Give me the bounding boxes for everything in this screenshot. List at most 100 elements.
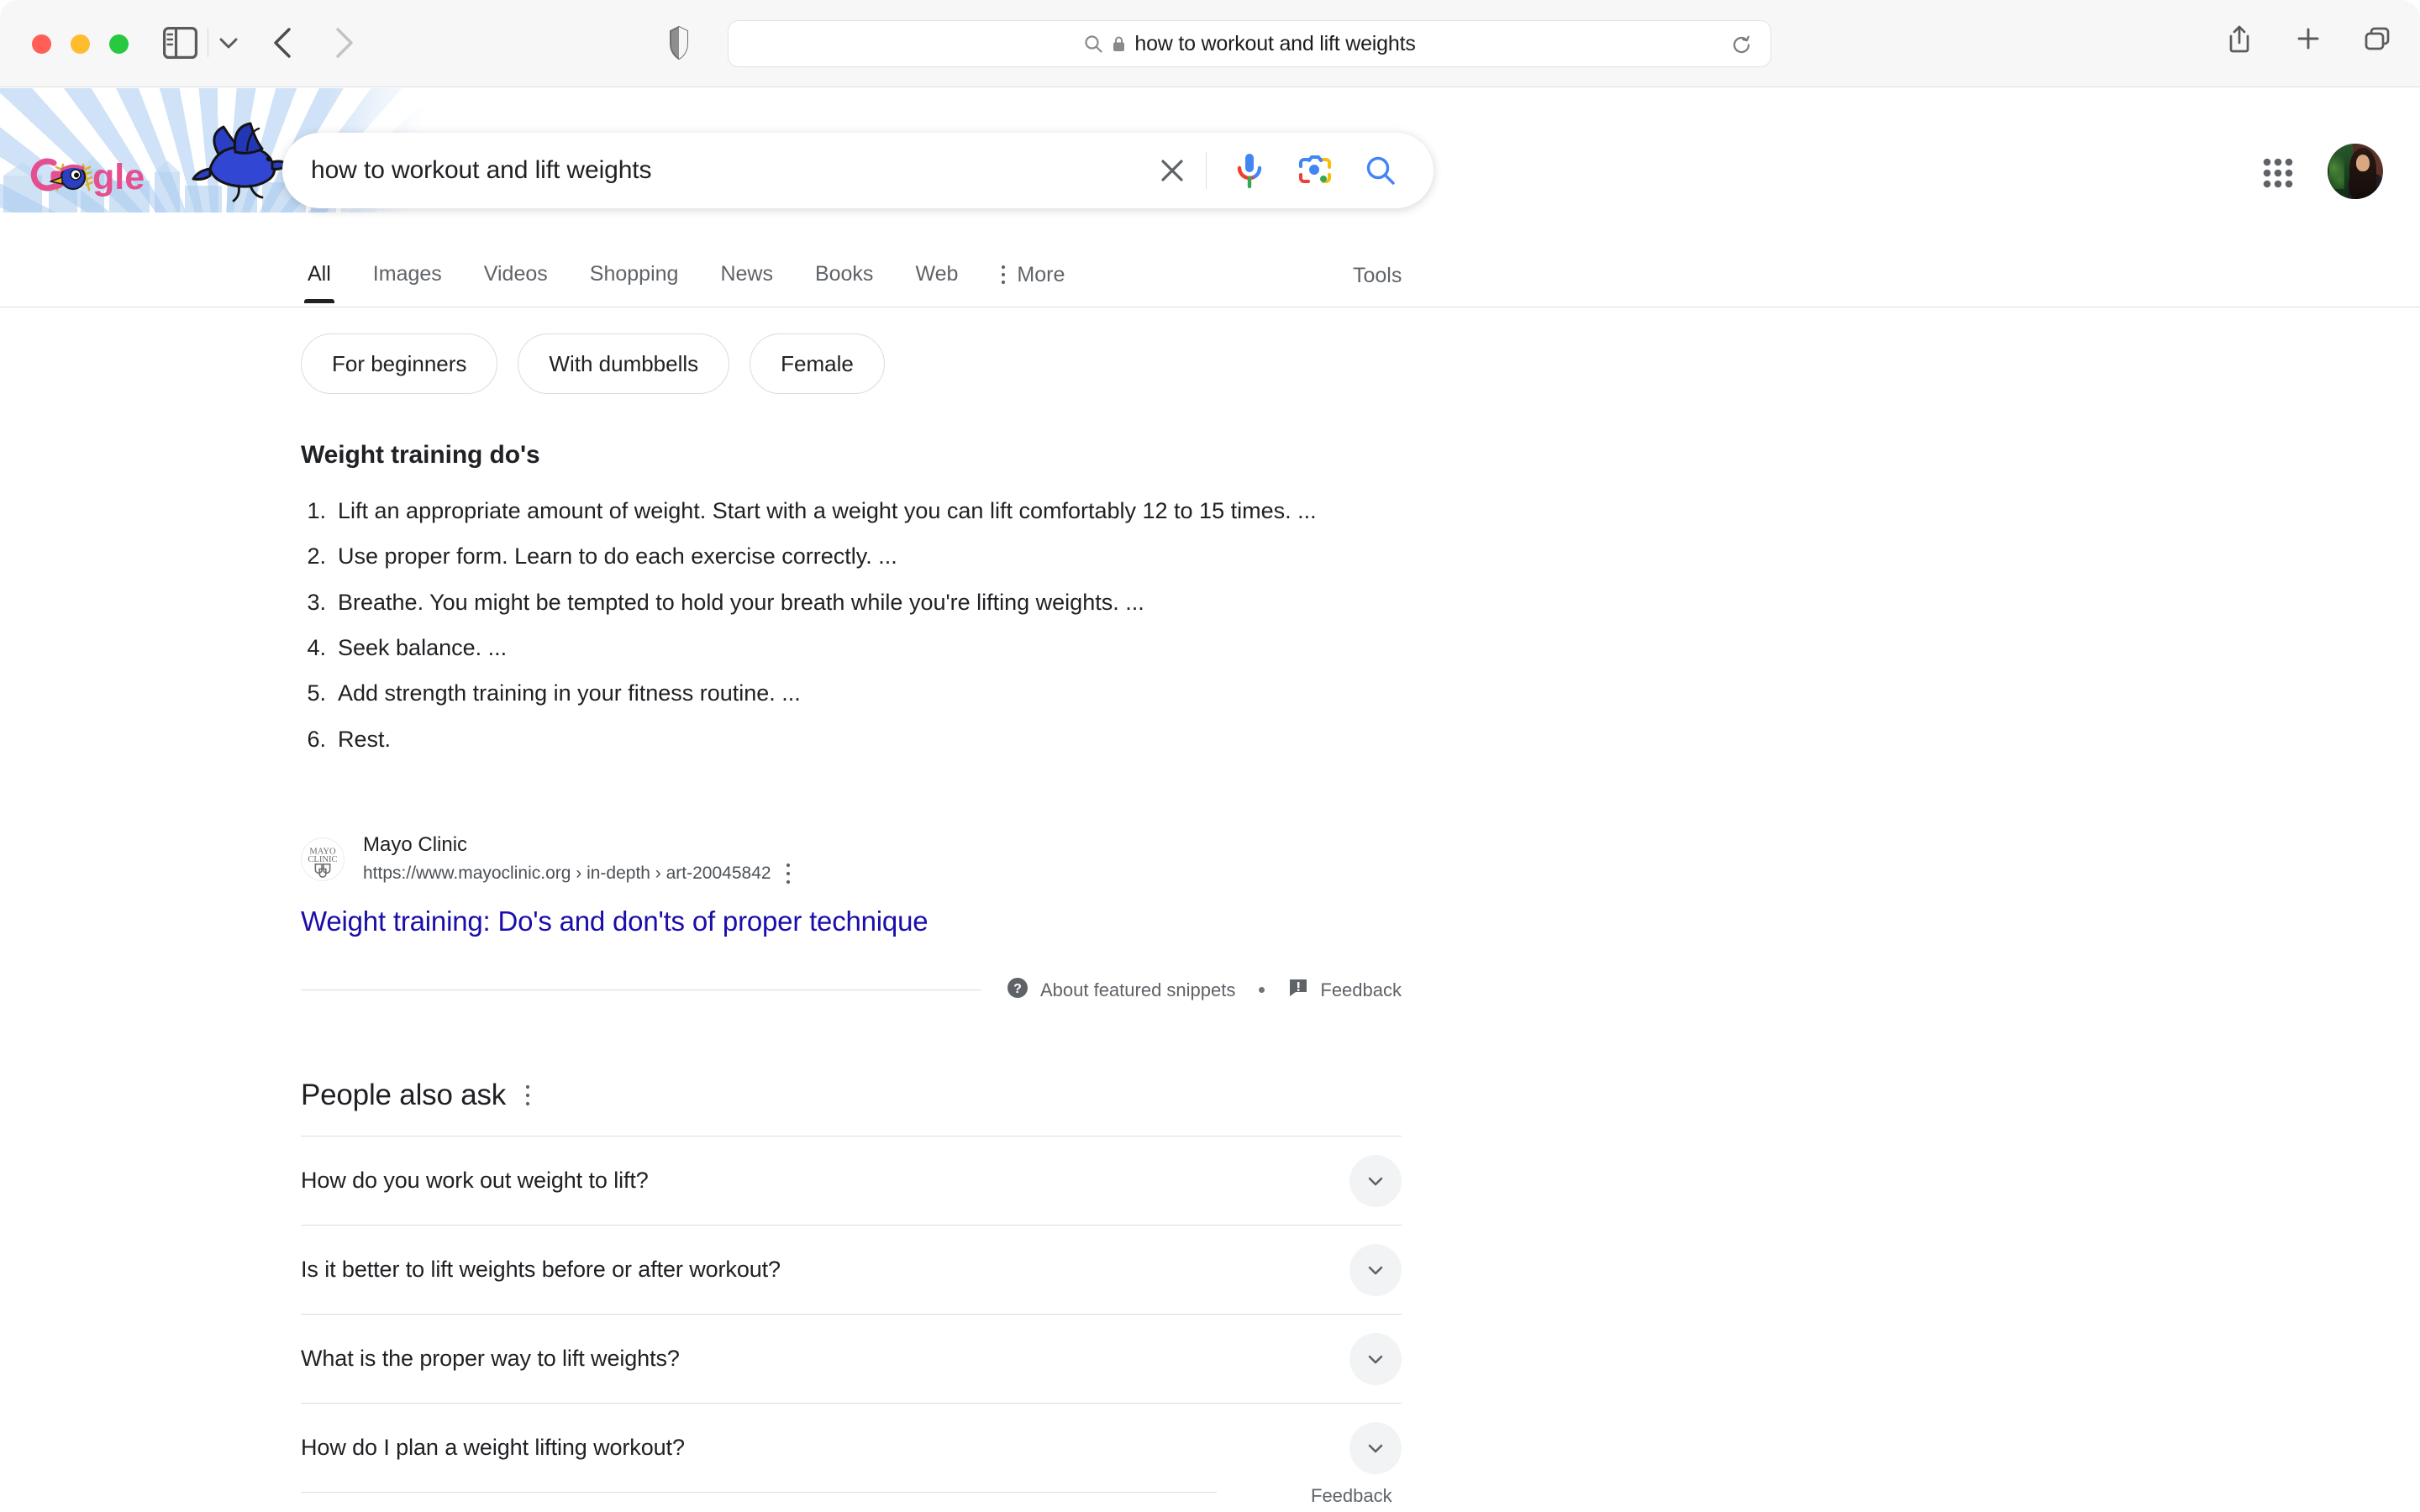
snippet-list-item: 3. Breathe. You might be tempted to hold… — [301, 586, 1402, 618]
chevron-down-icon[interactable] — [1349, 1332, 1402, 1385]
snippet-item-number: 2. — [307, 543, 326, 570]
tab-shopping[interactable]: Shopping — [590, 245, 679, 285]
tab-videos[interactable]: Videos — [484, 245, 548, 285]
more-filters-button[interactable]: More — [1000, 245, 1065, 286]
snippet-item-text: Use proper form. Learn to do each exerci… — [338, 543, 897, 570]
source-row: MAYO CLINIC Mayo Clinic https://www.mayo… — [301, 833, 1393, 885]
google-lens-icon[interactable] — [1296, 151, 1334, 190]
shield-icon[interactable] — [668, 25, 690, 60]
more-vertical-icon[interactable] — [524, 1084, 531, 1107]
more-vertical-icon[interactable] — [785, 862, 792, 885]
snippet-item-text: Seek balance. ... — [338, 634, 508, 660]
source-url-row: https://www.mayoclinic.org › in-depth › … — [363, 862, 792, 885]
about-featured-snippets-label: About featured snippets — [1039, 979, 1236, 1000]
maximize-window-button[interactable] — [109, 34, 129, 54]
snippet-feedback-button[interactable]: Feedback — [1288, 978, 1402, 1002]
paa-question-text: Is it better to lift weights before or a… — [301, 1257, 781, 1282]
tab-overview-icon[interactable] — [2363, 22, 2391, 55]
close-window-button[interactable] — [32, 34, 51, 54]
people-also-ask-title: People also ask — [301, 1079, 507, 1111]
search-submit-icon[interactable] — [1361, 151, 1400, 190]
chip-with-dumbbells[interactable]: With dumbbells — [518, 333, 730, 394]
avatar[interactable] — [2328, 144, 2383, 199]
more-filters-label: More — [1017, 262, 1065, 286]
back-arrow-icon[interactable] — [267, 24, 299, 62]
snippet-item-number: 4. — [307, 634, 326, 660]
tools-button[interactable]: Tools — [1353, 264, 1402, 288]
source-site-name: Mayo Clinic — [363, 833, 468, 856]
paa-question-row[interactable]: How do I plan a weight lifting workout? — [301, 1403, 1402, 1492]
reload-icon[interactable] — [1731, 34, 1752, 55]
search-box-actions — [1152, 150, 1434, 192]
address-bar[interactable]: how to workout and lift weights — [728, 20, 1771, 67]
snippet-item-number: 3. — [307, 589, 326, 615]
source-meta: Mayo Clinic https://www.mayoclinic.org ›… — [363, 833, 792, 885]
paa-question-row[interactable]: How do you work out weight to lift? — [301, 1136, 1402, 1225]
flag-feedback-icon — [1288, 978, 1308, 1002]
favicon-line-2: CLINIC — [308, 855, 337, 864]
search-box-divider — [1206, 152, 1207, 189]
footer-separator-dot — [1259, 987, 1265, 993]
people-also-ask-list: How do you work out weight to lift? Is i… — [301, 1136, 1402, 1492]
snippet-heading: Weight training do's — [301, 441, 540, 469]
tab-news[interactable]: News — [720, 245, 773, 285]
tab-books[interactable]: Books — [815, 245, 873, 285]
snippet-list-item: 1. Lift an appropriate amount of weight.… — [301, 495, 1402, 527]
snippet-item-text: Breathe. You might be tempted to hold yo… — [338, 589, 1144, 615]
featured-snippet: Weight training do's 1. Lift an appropri… — [301, 441, 1402, 769]
svg-text:?: ? — [1013, 982, 1022, 996]
google-apps-grid-icon[interactable] — [2261, 156, 2295, 190]
tab-images[interactable]: Images — [373, 245, 442, 285]
forward-arrow-icon[interactable] — [328, 24, 360, 62]
chip-female[interactable]: Female — [750, 333, 885, 394]
tab-all[interactable]: All — [304, 245, 334, 303]
snippet-ordered-list: 1. Lift an appropriate amount of weight.… — [301, 495, 1402, 755]
address-text: how to workout and lift weights — [1134, 31, 1416, 55]
snippet-source: MAYO CLINIC Mayo Clinic https://www.mayo… — [301, 833, 1393, 940]
snippet-feedback-label: Feedback — [1320, 979, 1402, 1000]
doodle-google-logo: gle — [30, 157, 145, 197]
search-tabs: All Images Videos Shopping News Books We… — [304, 245, 1065, 307]
chevron-down-icon[interactable] — [1349, 1154, 1402, 1207]
paa-question-text: What is the proper way to lift weights? — [301, 1346, 680, 1371]
chevron-down-icon[interactable] — [1349, 1421, 1402, 1474]
paa-question-row[interactable]: What is the proper way to lift weights? — [301, 1314, 1402, 1403]
google-search-box[interactable] — [282, 133, 1434, 208]
chip-for-beginners[interactable]: For beginners — [301, 333, 498, 394]
snippet-list-item: 4. Seek balance. ... — [301, 632, 1402, 664]
result-title-link[interactable]: Weight training: Do's and don'ts of prop… — [301, 904, 1393, 940]
chevron-down-icon[interactable] — [217, 34, 240, 52]
sidebar-icon[interactable] — [163, 27, 197, 59]
lock-icon — [1112, 35, 1126, 53]
mayo-clinic-favicon: MAYO CLINIC — [301, 837, 345, 881]
microphone-icon[interactable] — [1230, 150, 1269, 192]
source-url: https://www.mayoclinic.org › in-depth › … — [363, 864, 771, 884]
about-featured-snippets-button[interactable]: ? About featured snippets — [1007, 977, 1235, 1003]
paa-question-row[interactable]: Is it better to lift weights before or a… — [301, 1225, 1402, 1314]
svg-text:gle: gle — [92, 157, 145, 197]
share-icon[interactable] — [2225, 22, 2254, 55]
people-also-ask-header: People also ask — [301, 1079, 531, 1112]
search-input[interactable] — [282, 156, 1152, 185]
browser-window: how to workout and lift weights gle how … — [0, 0, 2420, 1512]
people-also-ask-feedback-button[interactable]: Feedback — [1311, 1485, 1392, 1507]
tab-web[interactable]: Web — [915, 245, 958, 285]
plus-icon[interactable] — [2294, 22, 2323, 55]
search-icon — [1083, 34, 1103, 54]
browser-toolbar: how to workout and lift weights — [0, 0, 2420, 87]
avatar-face — [2356, 155, 2370, 171]
people-also-ask-bottom-rule — [301, 1492, 1217, 1493]
snippet-item-text: Lift an appropriate amount of weight. St… — [338, 498, 1317, 523]
more-vertical-icon — [1000, 264, 1007, 286]
help-circle-icon: ? — [1007, 977, 1028, 1003]
snippet-list-item: 5. Add strength training in your fitness… — [301, 677, 1402, 709]
snippet-item-number: 1. — [307, 498, 326, 523]
toolbar-right-actions — [2225, 22, 2391, 55]
refinement-chips: For beginners With dumbbells Female — [301, 333, 885, 394]
close-icon[interactable] — [1152, 150, 1192, 191]
snippet-item-number: 6. — [307, 726, 326, 752]
snippet-item-text: Rest. — [338, 726, 392, 752]
minimize-window-button[interactable] — [71, 34, 90, 54]
window-traffic-lights — [32, 34, 129, 54]
chevron-down-icon[interactable] — [1349, 1243, 1402, 1296]
